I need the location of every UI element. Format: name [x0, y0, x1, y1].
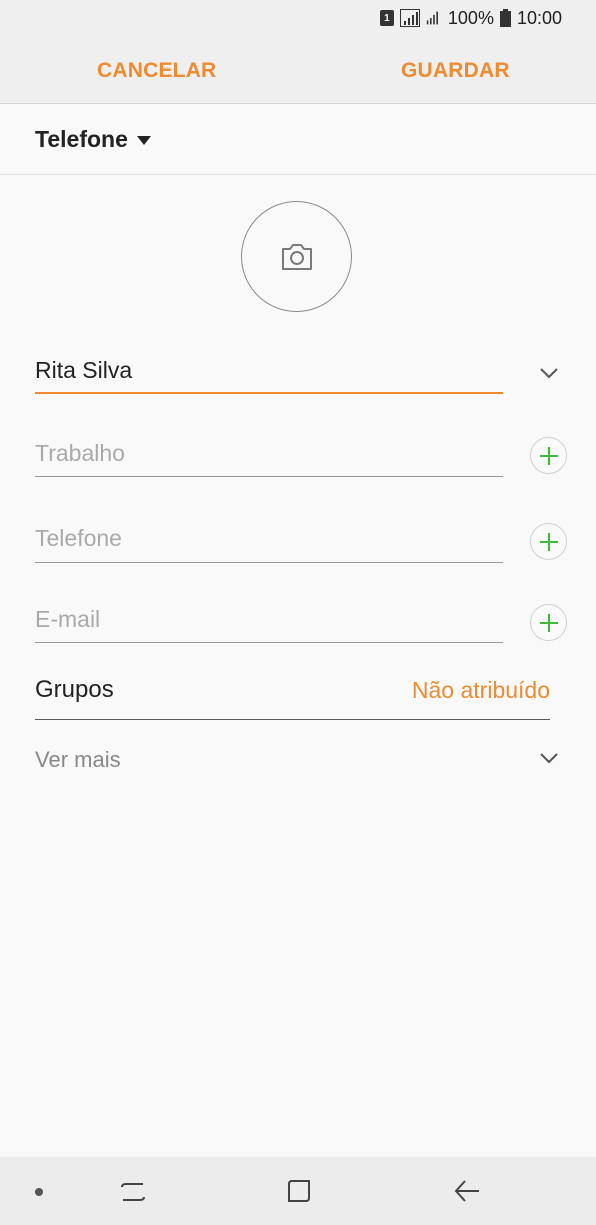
- recents-icon[interactable]: [119, 1179, 147, 1205]
- phone-field[interactable]: [35, 523, 503, 553]
- email-field-underline: [35, 642, 503, 643]
- account-label: Telefone: [35, 126, 128, 152]
- dropdown-caret-icon: [137, 136, 151, 145]
- account-selector[interactable]: Telefone: [0, 104, 596, 175]
- contact-photo-button[interactable]: [241, 201, 352, 312]
- chevron-down-icon[interactable]: [539, 752, 559, 764]
- sim-icon: 1: [379, 10, 394, 26]
- organization-field-underline: [35, 476, 503, 477]
- add-organization-button[interactable]: [530, 437, 567, 474]
- home-icon[interactable]: [286, 1178, 312, 1204]
- action-bar: CANCELAR GUARDAR: [0, 36, 596, 104]
- name-field-underline: [35, 392, 503, 394]
- groups-value[interactable]: Não atribuído: [412, 677, 550, 704]
- navigation-bar: [0, 1157, 596, 1225]
- clock: 10:00: [516, 7, 562, 28]
- back-icon[interactable]: [453, 1179, 481, 1203]
- nav-dot-icon: [35, 1188, 43, 1196]
- chevron-down-icon[interactable]: [539, 367, 559, 379]
- battery-icon: [499, 9, 511, 27]
- signal-icon: [399, 9, 420, 27]
- signal-strength-icon: [426, 11, 438, 25]
- phone-field-underline: [35, 562, 503, 563]
- email-field[interactable]: [35, 604, 503, 634]
- view-more-label: Ver mais: [35, 747, 121, 772]
- add-email-button[interactable]: [530, 604, 567, 641]
- status-indicators: 1 100% 10:00: [379, 7, 562, 29]
- name-field[interactable]: [35, 355, 503, 385]
- camera-icon: [282, 244, 312, 270]
- cancel-button[interactable]: CANCELAR: [97, 36, 216, 103]
- add-phone-button[interactable]: [530, 523, 567, 560]
- save-button[interactable]: GUARDAR: [401, 36, 510, 103]
- groups-label: Grupos: [35, 676, 114, 703]
- groups-divider: [35, 719, 550, 720]
- organization-field[interactable]: [35, 438, 503, 468]
- battery-percent: 100%: [447, 7, 494, 28]
- status-bar: 1 100% 10:00: [0, 0, 596, 36]
